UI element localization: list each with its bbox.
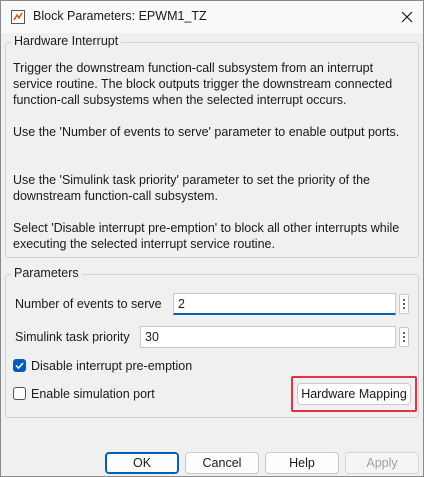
enable-sim-port-checkbox[interactable] <box>13 387 26 400</box>
description-paragraph-3: Use the 'Simulink task priority' paramet… <box>13 173 371 203</box>
disable-preemption-checkbox[interactable] <box>13 359 26 372</box>
title-bar: Block Parameters: EPWM1_TZ <box>1 1 423 33</box>
priority-input[interactable]: 30 <box>140 326 396 348</box>
checkmark-icon <box>15 362 24 370</box>
simulink-block-icon <box>10 9 26 25</box>
disable-preemption-label: Disable interrupt pre-emption <box>31 359 193 373</box>
enable-sim-port-label: Enable simulation port <box>31 387 155 401</box>
events-input[interactable]: 2 <box>173 293 396 315</box>
window-title: Block Parameters: EPWM1_TZ <box>33 9 207 23</box>
close-button[interactable] <box>393 4 421 30</box>
description-paragraph-1: Trigger the downstream function-call sub… <box>13 61 393 107</box>
apply-button[interactable]: Apply <box>345 452 419 474</box>
hardware-interrupt-legend: Hardware Interrupt <box>11 34 122 48</box>
description-paragraph-4: Select 'Disable interrupt pre-emption' t… <box>13 221 400 251</box>
priority-label: Simulink task priority <box>15 330 130 344</box>
hardware-mapping-button[interactable]: Hardware Mapping <box>297 383 411 405</box>
events-more-button[interactable] <box>399 294 409 314</box>
dialog-window: Block Parameters: EPWM1_TZ Hardware Inte… <box>0 0 424 477</box>
parameters-legend: Parameters <box>11 266 82 280</box>
description-paragraph-2: Use the 'Number of events to serve' para… <box>13 125 400 139</box>
events-label: Number of events to serve <box>15 297 162 311</box>
close-icon <box>401 11 413 23</box>
ok-button[interactable]: OK <box>105 452 179 474</box>
priority-more-button[interactable] <box>399 327 409 347</box>
help-button[interactable]: Help <box>265 452 339 474</box>
cancel-button[interactable]: Cancel <box>185 452 259 474</box>
